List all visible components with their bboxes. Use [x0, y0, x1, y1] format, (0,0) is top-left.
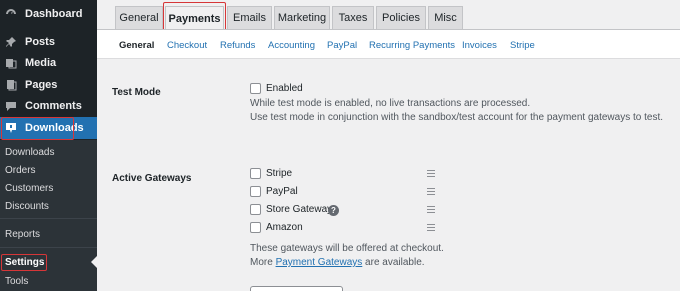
media-icon — [4, 56, 18, 70]
submenu-orders[interactable]: Orders — [0, 161, 97, 179]
gateway-stripe-checkbox[interactable] — [250, 168, 261, 179]
tab-general[interactable]: General — [115, 6, 163, 29]
test-mode-description: While test mode is enabled, no live tran… — [250, 98, 531, 109]
menu-comments[interactable]: Comments — [0, 95, 97, 117]
submenu-downloads[interactable]: Downloads — [0, 143, 97, 161]
subtab-accounting[interactable]: Accounting — [268, 40, 315, 51]
gateway-paypal-label[interactable]: PayPal — [266, 186, 298, 197]
test-mode-checkbox-label[interactable]: Enabled — [266, 83, 303, 94]
gateway-amazon-label[interactable]: Amazon — [266, 222, 303, 233]
test-mode-description-2: Use test mode in conjunction with the sa… — [250, 112, 664, 123]
download-icon — [4, 121, 18, 135]
gateway-store-label[interactable]: Store Gateway — [266, 204, 332, 215]
menu-pages[interactable]: Pages — [0, 74, 97, 96]
subtab-general[interactable]: General — [119, 40, 154, 51]
gateway-amazon-checkbox[interactable] — [250, 222, 261, 233]
submenu-customers[interactable]: Customers — [0, 179, 97, 197]
tab-marketing[interactable]: Marketing — [274, 6, 330, 29]
gateways-more-text: More Payment Gateways are available. — [250, 257, 425, 268]
drag-handle-icon[interactable] — [427, 170, 435, 177]
submenu-settings[interactable]: Settings — [0, 253, 97, 271]
menu-media[interactable]: Media — [0, 52, 97, 74]
menu-dashboard[interactable]: Dashboard — [0, 3, 97, 25]
tab-misc[interactable]: Misc — [428, 6, 463, 29]
subtab-checkout[interactable]: Checkout — [167, 40, 207, 51]
gateways-description: These gateways will be offered at checko… — [250, 243, 444, 254]
subtab-paypal[interactable]: PayPal — [327, 40, 357, 51]
submenu-divider — [0, 218, 97, 219]
drag-handle-icon[interactable] — [427, 206, 435, 213]
drag-handle-icon[interactable] — [427, 188, 435, 195]
menu-posts[interactable]: Posts — [0, 31, 97, 53]
subtab-refunds[interactable]: Refunds — [220, 40, 255, 51]
subtab-invoices[interactable]: Invoices — [462, 40, 497, 51]
submenu-reports[interactable]: Reports — [0, 225, 97, 243]
tab-emails[interactable]: Emails — [227, 6, 272, 29]
gateway-stripe-label[interactable]: Stripe — [266, 168, 292, 179]
default-gateway-select[interactable] — [250, 286, 343, 291]
tab-policies[interactable]: Policies — [376, 6, 426, 29]
help-icon[interactable]: ? — [328, 205, 339, 216]
test-mode-label: Test Mode — [112, 87, 161, 98]
submenu-divider — [0, 247, 97, 248]
gateway-store-checkbox[interactable] — [250, 204, 261, 215]
submenu-discounts[interactable]: Discounts — [0, 197, 97, 215]
payment-gateways-link[interactable]: Payment Gateways — [276, 257, 363, 268]
tab-taxes[interactable]: Taxes — [332, 6, 374, 29]
active-gateways-label: Active Gateways — [112, 173, 192, 184]
subtab-stripe[interactable]: Stripe — [510, 40, 535, 51]
comments-icon — [4, 99, 18, 113]
dashboard-icon — [4, 7, 18, 21]
submenu-tools[interactable]: Tools — [0, 272, 97, 290]
gateway-paypal-checkbox[interactable] — [250, 186, 261, 197]
current-page-indicator — [91, 256, 97, 268]
test-mode-checkbox[interactable] — [250, 83, 261, 94]
tab-payments[interactable]: Payments — [165, 6, 224, 30]
pin-icon — [4, 35, 18, 49]
menu-downloads[interactable]: Downloads — [0, 117, 97, 139]
pages-icon — [4, 78, 18, 92]
subtab-recurring-payments[interactable]: Recurring Payments — [369, 40, 455, 51]
drag-handle-icon[interactable] — [427, 224, 435, 231]
